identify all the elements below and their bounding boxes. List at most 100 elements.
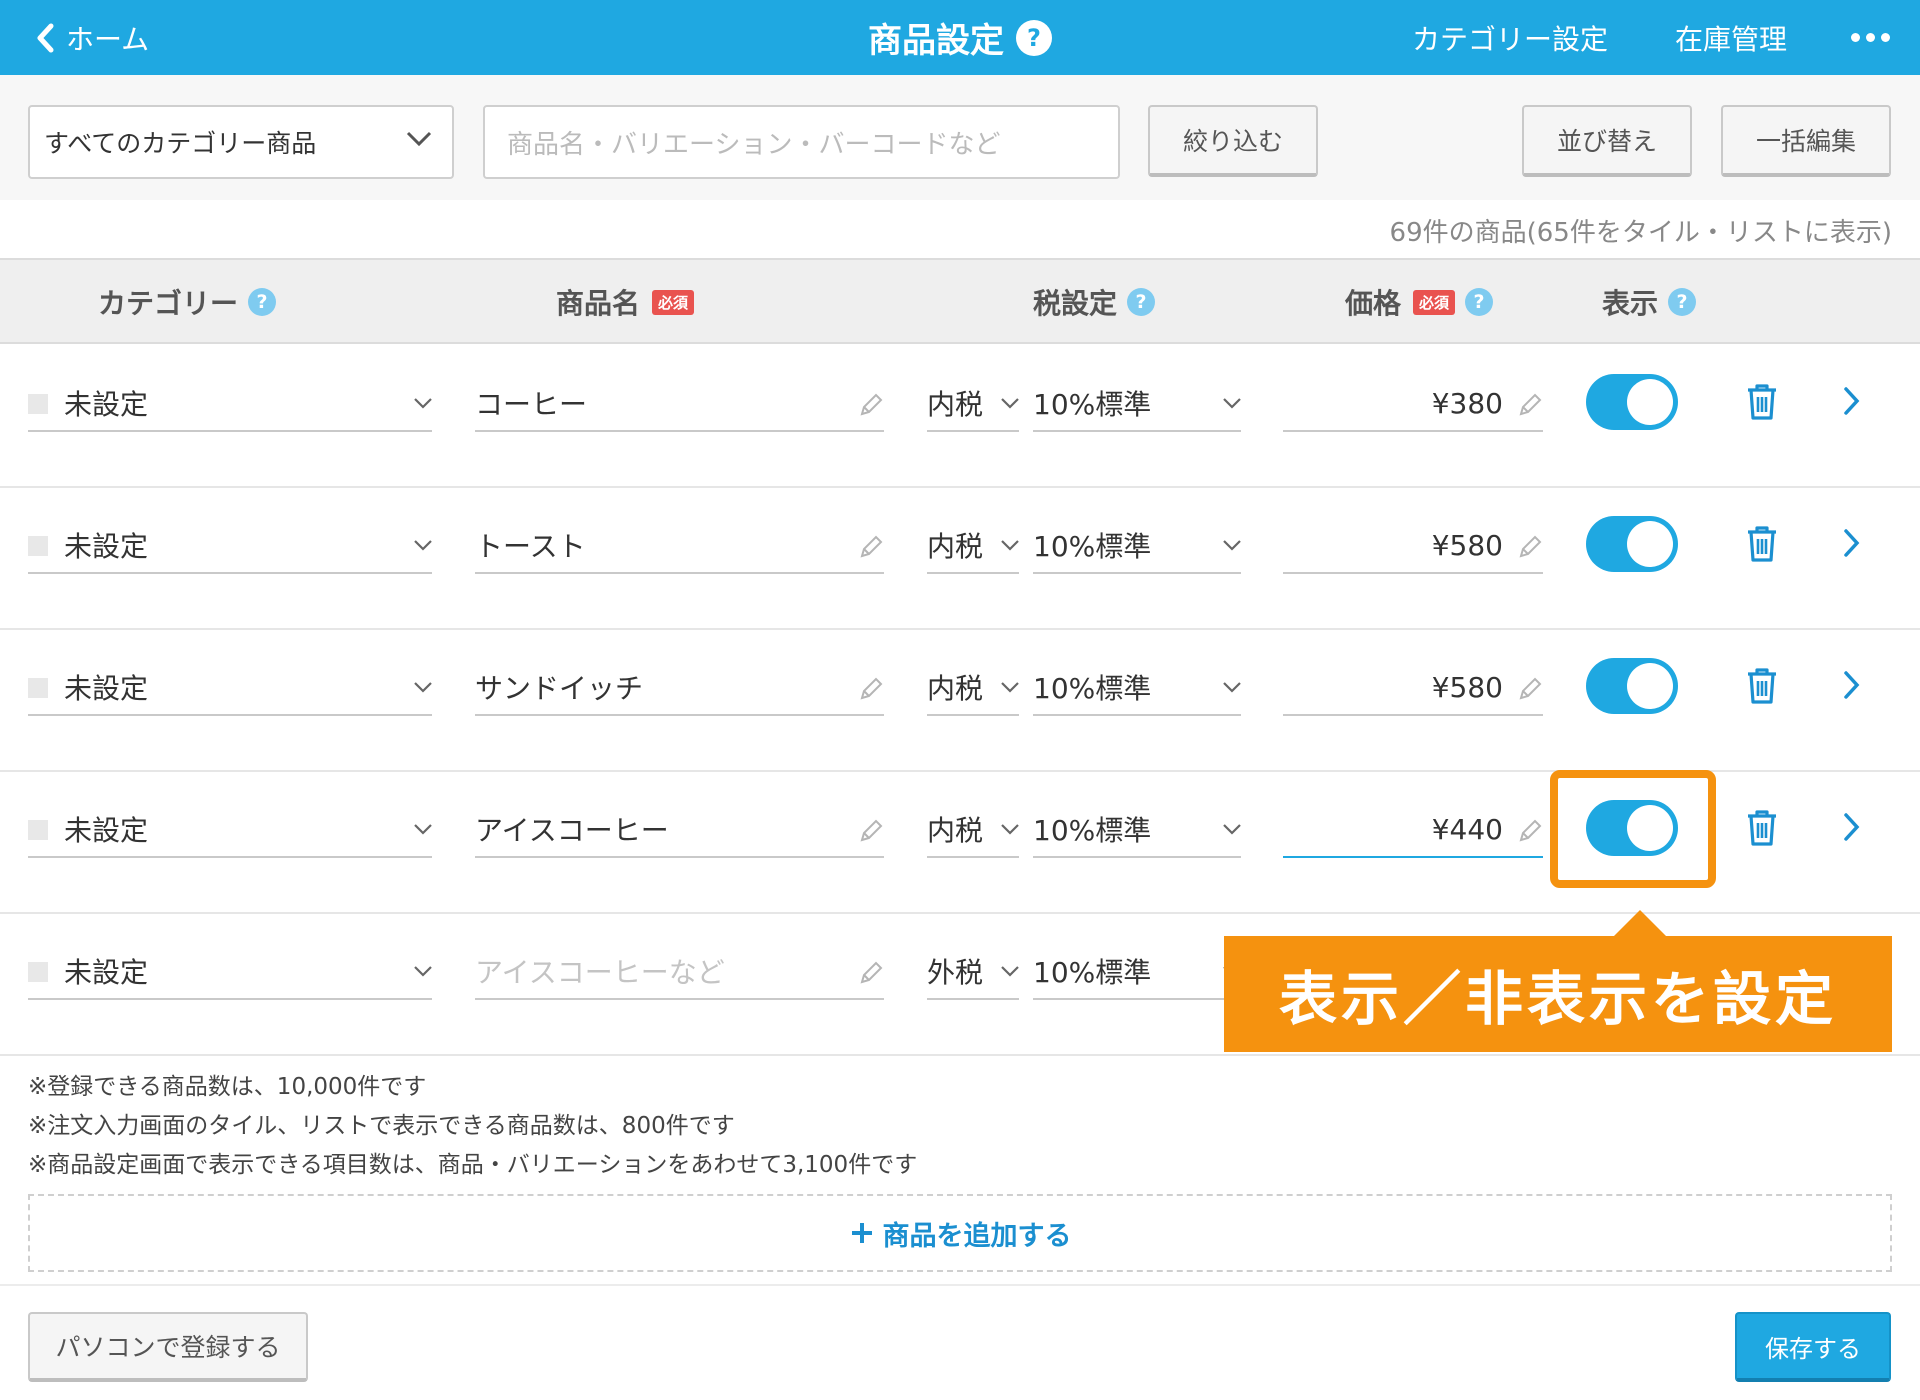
required-badge: 必須 <box>1413 289 1456 315</box>
more-menu-button[interactable] <box>1851 0 1890 75</box>
product-name-value: トースト <box>475 530 586 563</box>
chevron-down-icon <box>1223 398 1241 409</box>
chevron-down-icon <box>414 966 432 977</box>
search-input[interactable]: 商品名・バリエーション・バーコードなど <box>483 105 1120 179</box>
chevron-down-icon <box>1223 824 1241 835</box>
chevron-down-icon <box>1001 824 1019 835</box>
tax-rate-dropdown[interactable]: 10%標準 <box>1033 944 1241 1000</box>
header-name: 商品名 必須 <box>556 260 695 344</box>
row-detail-button[interactable] <box>1843 670 1861 704</box>
display-toggle[interactable] <box>1586 800 1678 856</box>
pencil-icon <box>860 393 883 416</box>
row-detail-button[interactable] <box>1843 386 1861 420</box>
back-button[interactable]: ホーム <box>36 14 149 62</box>
pencil-icon <box>860 535 883 558</box>
delete-button[interactable] <box>1745 524 1779 568</box>
callout-label: 表示／非表示を設定 <box>1224 910 1892 1052</box>
price-input[interactable]: ¥380 <box>1283 376 1543 432</box>
note-line: ※注文入力画面のタイル、リストで表示できる商品数は、800件です <box>28 1113 735 1139</box>
tax-type-value: 外税 <box>927 956 984 989</box>
category-value: 未設定 <box>64 388 149 421</box>
add-product-label: 商品を追加する <box>882 1220 1072 1252</box>
tax-type-value: 内税 <box>927 672 984 705</box>
add-product-button[interactable]: 商品を追加する <box>28 1194 1892 1272</box>
tax-rate-dropdown[interactable]: 10%標準 <box>1033 660 1241 716</box>
category-dropdown[interactable]: 未設定 <box>28 944 432 1000</box>
product-name-input[interactable]: アイスコーヒー <box>475 802 884 858</box>
price-input[interactable]: ¥580 <box>1283 660 1543 716</box>
header-category-label: カテゴリー <box>98 287 239 320</box>
price-input[interactable]: ¥440 <box>1283 802 1543 858</box>
pencil-icon <box>860 677 883 700</box>
chevron-down-icon <box>414 682 432 693</box>
product-name-value: アイスコーヒー <box>475 814 669 847</box>
chevron-down-icon <box>1001 540 1019 551</box>
tax-rate-dropdown[interactable]: 10%標準 <box>1033 518 1241 574</box>
product-name-placeholder: アイスコーヒーなど <box>475 956 725 989</box>
product-name-input[interactable]: サンドイッチ <box>475 660 884 716</box>
help-icon[interactable]: ? <box>1127 288 1156 316</box>
tax-type-dropdown[interactable]: 外税 <box>927 944 1019 1000</box>
chevron-down-icon <box>1223 540 1241 551</box>
help-icon[interactable]: ? <box>248 288 277 316</box>
pc-register-button[interactable]: パソコンで登録する <box>28 1312 308 1382</box>
header-display: 表示 ? <box>1602 260 1697 344</box>
category-value: 未設定 <box>64 672 149 705</box>
category-dropdown[interactable]: 未設定 <box>28 376 432 432</box>
price-value: ¥580 <box>1431 528 1503 562</box>
header-tax-label: 税設定 <box>1033 287 1118 320</box>
help-icon[interactable]: ? <box>1668 288 1697 316</box>
more-dot-icon <box>1866 33 1875 42</box>
price-value: ¥440 <box>1431 812 1503 846</box>
category-select[interactable]: すべてのカテゴリー商品 <box>28 105 454 179</box>
chevron-right-icon <box>1844 813 1860 841</box>
delete-button[interactable] <box>1745 808 1779 852</box>
display-toggle[interactable] <box>1586 374 1678 430</box>
product-name-input[interactable]: トースト <box>475 518 884 574</box>
header-display-label: 表示 <box>1602 287 1659 320</box>
chevron-right-icon <box>1844 529 1860 557</box>
pencil-icon <box>1519 677 1542 700</box>
help-icon[interactable]: ? <box>1465 288 1494 316</box>
more-dot-icon <box>1851 33 1860 42</box>
category-dropdown[interactable]: 未設定 <box>28 518 432 574</box>
product-name-input[interactable]: コーヒー <box>475 376 884 432</box>
display-toggle[interactable] <box>1586 516 1678 572</box>
header-price: 価格 必須 ? <box>1345 260 1494 344</box>
header-price-label: 価格 <box>1345 287 1402 320</box>
display-toggle[interactable] <box>1586 658 1678 714</box>
sort-button[interactable]: 並び替え <box>1522 105 1692 177</box>
tax-type-dropdown[interactable]: 内税 <box>927 518 1019 574</box>
chevron-down-icon <box>414 824 432 835</box>
help-icon[interactable]: ? <box>1016 19 1052 56</box>
tax-rate-dropdown[interactable]: 10%標準 <box>1033 376 1241 432</box>
pencil-icon <box>860 961 883 984</box>
required-badge: 必須 <box>652 289 695 315</box>
trash-icon <box>1748 668 1776 704</box>
bulk-edit-button[interactable]: 一括編集 <box>1721 105 1891 177</box>
tax-type-dropdown[interactable]: 内税 <box>927 660 1019 716</box>
chevron-right-icon <box>1844 671 1860 699</box>
row-detail-button[interactable] <box>1843 812 1861 846</box>
category-dropdown[interactable]: 未設定 <box>28 802 432 858</box>
product-name-input[interactable]: アイスコーヒーなど <box>475 944 884 1000</box>
delete-button[interactable] <box>1745 382 1779 426</box>
tax-rate-dropdown[interactable]: 10%標準 <box>1033 802 1241 858</box>
save-button[interactable]: 保存する <box>1735 1312 1891 1382</box>
chevron-down-icon <box>1001 398 1019 409</box>
tax-type-dropdown[interactable]: 内税 <box>927 802 1019 858</box>
tax-type-dropdown[interactable]: 内税 <box>927 376 1019 432</box>
price-input[interactable]: ¥580 <box>1283 518 1543 574</box>
tax-rate-value: 10%標準 <box>1033 814 1152 847</box>
filter-button[interactable]: 絞り込む <box>1148 105 1318 177</box>
delete-button[interactable] <box>1745 666 1779 710</box>
row-detail-button[interactable] <box>1843 528 1861 562</box>
notes: ※登録できる商品数は、10,000件です ※注文入力画面のタイル、リストで表示で… <box>28 1068 917 1185</box>
inventory-link[interactable]: 在庫管理 <box>1675 0 1787 75</box>
chevron-down-icon <box>1001 966 1019 977</box>
category-settings-link[interactable]: カテゴリー設定 <box>1412 0 1608 75</box>
category-dropdown[interactable]: 未設定 <box>28 660 432 716</box>
tax-rate-value: 10%標準 <box>1033 956 1152 989</box>
chevron-left-icon <box>37 23 54 53</box>
more-dot-icon <box>1881 33 1890 42</box>
